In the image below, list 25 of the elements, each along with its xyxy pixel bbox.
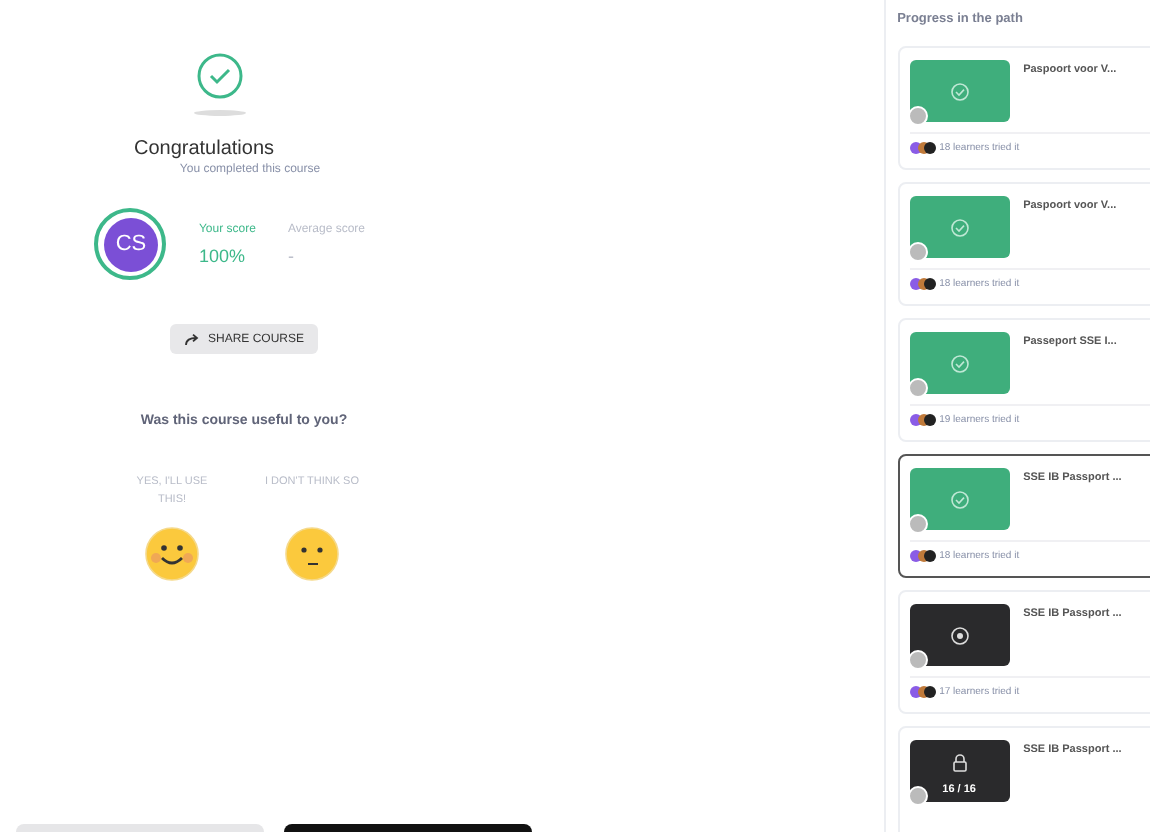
instructor-avatar	[907, 378, 928, 398]
learner-avatars-icon	[909, 414, 936, 426]
lock-icon	[951, 754, 968, 772]
average-score-value: -	[287, 245, 296, 265]
instructor-avatar	[907, 514, 928, 534]
instructor-avatar	[907, 106, 928, 126]
shadow	[194, 110, 246, 116]
instructor-avatar	[907, 650, 928, 670]
instructor-avatar	[907, 786, 928, 806]
check-circle-icon	[196, 52, 244, 100]
learner-avatars-icon	[909, 550, 936, 562]
avatar: CS	[103, 217, 158, 271]
check-icon	[949, 353, 970, 373]
instructor-avatar	[907, 242, 928, 262]
check-icon	[949, 217, 970, 237]
score-value: 100%	[198, 245, 247, 265]
learner-avatars-icon	[909, 686, 936, 698]
learner-avatars-icon	[909, 278, 936, 290]
check-icon	[949, 489, 970, 509]
learner-avatars-icon	[909, 142, 936, 154]
smiling-face-icon[interactable]	[144, 526, 200, 582]
check-icon	[949, 81, 970, 101]
neutral-face-icon[interactable]	[284, 526, 340, 582]
congratulations-title: Congratulations	[133, 138, 275, 160]
share-icon	[183, 332, 200, 346]
